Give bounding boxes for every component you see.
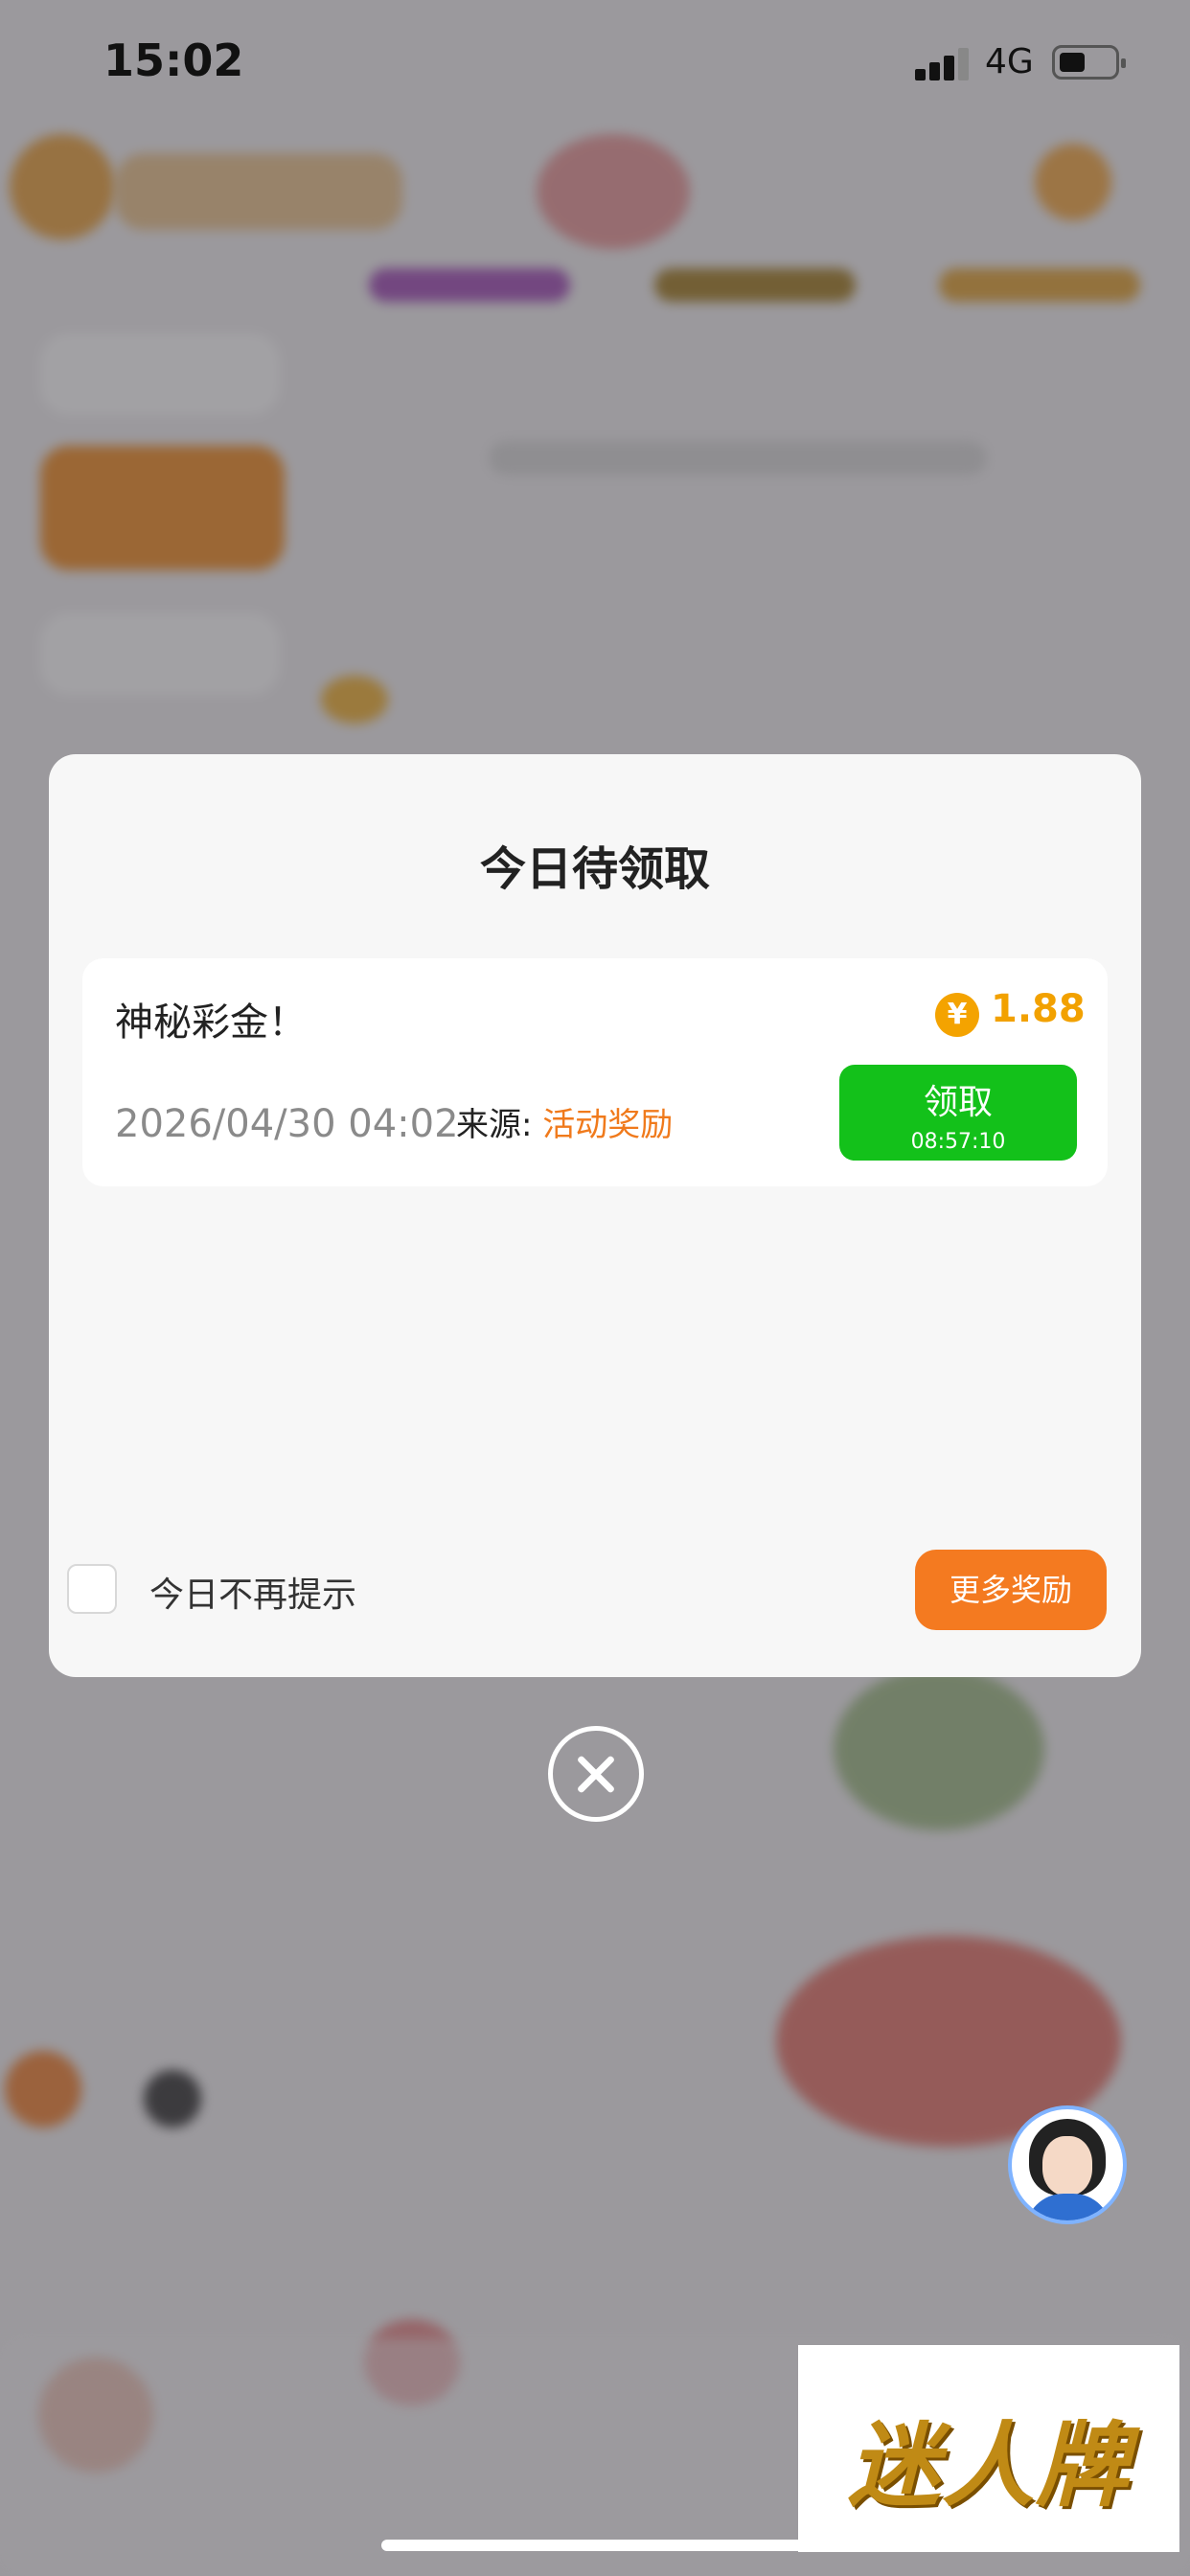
reward-card: 神秘彩金！ ¥ 1.88 2026/04/30 04:02 来源: 活动奖励 领… xyxy=(82,958,1108,1186)
claim-countdown: 08:57:10 xyxy=(910,1130,1006,1154)
reward-modal: 今日待领取 神秘彩金！ ¥ 1.88 2026/04/30 04:02 来源: … xyxy=(49,754,1141,1677)
dont-show-label[interactable]: 今日不再提示 xyxy=(149,1567,356,1617)
reward-source: 来源: 活动奖励 xyxy=(456,1098,673,1145)
network-label: 4G xyxy=(985,42,1034,81)
source-value: 活动奖励 xyxy=(542,1106,674,1144)
more-rewards-button[interactable]: 更多奖励 xyxy=(915,1550,1107,1630)
coin-icon: ¥ xyxy=(935,993,979,1037)
signal-icon xyxy=(915,48,971,80)
customer-service-avatar[interactable] xyxy=(1008,2105,1127,2224)
status-bar: 15:02 4G xyxy=(0,0,1190,125)
dont-show-checkbox[interactable] xyxy=(67,1564,117,1614)
reward-title: 神秘彩金！ xyxy=(115,1000,307,1045)
home-indicator[interactable] xyxy=(381,2540,803,2551)
reward-amount: 1.88 xyxy=(991,987,1086,1031)
brand-watermark: 迷人牌 xyxy=(798,2345,1179,2552)
brand-text: 迷人牌 xyxy=(848,2412,1130,2519)
source-label: 来源: xyxy=(456,1106,533,1144)
claim-button[interactable]: 领取 08:57:10 xyxy=(839,1065,1077,1161)
close-icon[interactable] xyxy=(548,1726,644,1822)
claim-label: 领取 xyxy=(923,1083,993,1122)
battery-icon xyxy=(1052,45,1126,80)
reward-date: 2026/04/30 04:02 xyxy=(115,1102,459,1146)
status-time: 15:02 xyxy=(103,34,244,86)
modal-title: 今日待领取 xyxy=(479,842,710,896)
